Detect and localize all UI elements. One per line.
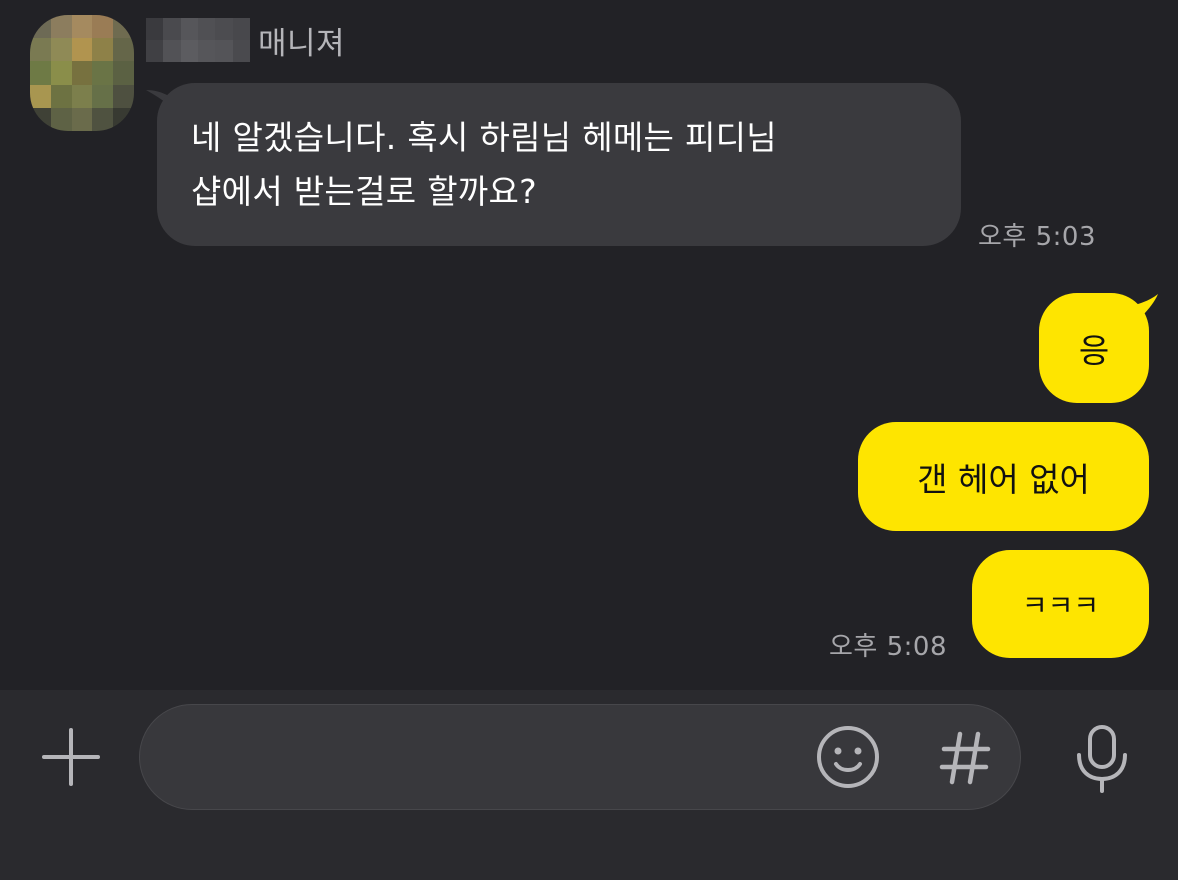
sender-name-redaction [146, 18, 250, 62]
outgoing-message-text: ㅋㅋㅋ [1021, 589, 1100, 622]
emoji-icon[interactable] [815, 724, 881, 790]
outgoing-message-bubble[interactable]: 갠 헤어 없어 [858, 422, 1149, 531]
plus-icon[interactable] [40, 726, 102, 788]
message-input-field[interactable] [139, 704, 1021, 811]
outgoing-message-text: 응 [1078, 331, 1110, 370]
microphone-icon[interactable] [1074, 724, 1130, 794]
incoming-message-line-1: 네 알겠습니다. 혹시 하림님 헤메는 피디님 [191, 118, 777, 157]
incoming-message-bubble[interactable]: 네 알겠습니다. 혹시 하림님 헤메는 피디님 샵에서 받는걸로 할까요? [157, 83, 961, 246]
sender-avatar[interactable] [30, 15, 134, 131]
outgoing-timestamp: 오후 5:08 [829, 632, 947, 662]
message-input[interactable] [176, 705, 820, 811]
hashtag-icon[interactable] [938, 730, 992, 786]
message-list[interactable]: 매니져 네 알겠습니다. 혹시 하림님 헤메는 피디님 샵에서 받는걸로 할까요… [0, 0, 1178, 690]
outgoing-message-bubble[interactable]: 응 [1039, 293, 1149, 403]
incoming-message-line-2: 샵에서 받는걸로 할까요? [191, 172, 537, 211]
outgoing-message-bubble[interactable]: ㅋㅋㅋ [972, 550, 1149, 658]
incoming-timestamp: 오후 5:03 [978, 222, 1096, 252]
sender-name: 매니져 [146, 18, 345, 62]
sender-name-text: 매니져 [258, 25, 346, 62]
outgoing-message-text: 갠 헤어 없어 [917, 459, 1090, 499]
